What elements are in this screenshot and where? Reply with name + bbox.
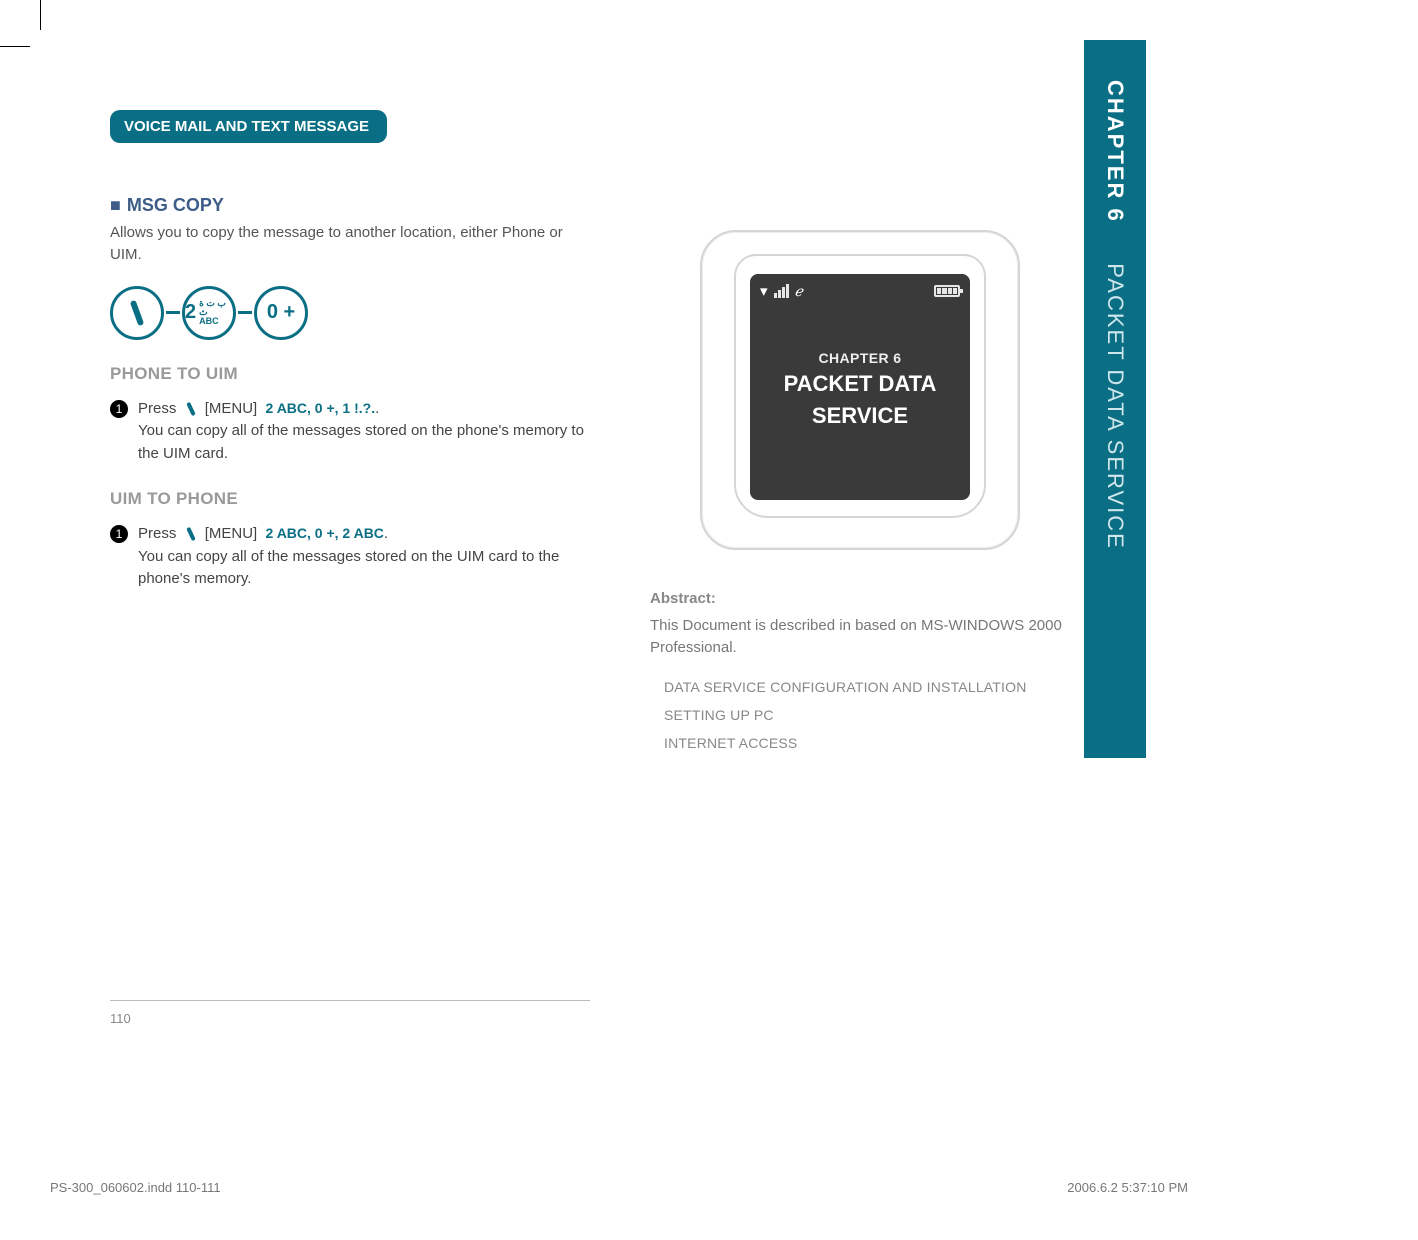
left-page: VOICE MAIL AND TEXT MESSAGE ■ MSG COPY Al… bbox=[110, 110, 590, 591]
key-2-abc: ABC bbox=[199, 317, 233, 326]
key-sequence: 2 ABC, 0 +, 2 ABC bbox=[266, 525, 384, 541]
phone-illustration: ▾ ℯ CHAPTER 6 PACKET DATA SERVICE bbox=[700, 230, 1020, 550]
signal-icon bbox=[774, 284, 789, 298]
period: . bbox=[375, 400, 379, 417]
footer-file: PS-300_060602.indd 110-111 bbox=[50, 1180, 221, 1195]
chapter-side-tab: CHAPTER 6 PACKET DATA SERVICE bbox=[1084, 40, 1146, 758]
step-description: You can copy all of the messages stored … bbox=[138, 548, 559, 588]
press-label: Press bbox=[138, 400, 176, 417]
page-number: 110 bbox=[110, 1000, 590, 1026]
send-key-mini-icon bbox=[186, 527, 196, 541]
status-left: ▾ ℯ bbox=[760, 282, 803, 300]
phone-screen: ▾ ℯ CHAPTER 6 PACKET DATA SERVICE bbox=[750, 274, 970, 500]
msg-copy-title: MSG COPY bbox=[127, 195, 224, 215]
abstract-body: This Document is described in based on M… bbox=[650, 615, 1070, 659]
phone-to-uim-title: PHONE TO UIM bbox=[110, 364, 590, 384]
crop-mark-horizontal bbox=[0, 46, 30, 47]
battery-icon bbox=[934, 285, 960, 297]
chapter-title-line1: PACKET DATA bbox=[760, 370, 960, 398]
slash-icon bbox=[130, 299, 145, 325]
step-number-icon: 1 bbox=[110, 400, 128, 418]
step-body: Press [MENU] 2 ABC, 0 +, 2 ABC. You can … bbox=[138, 523, 590, 591]
phone-body: ▾ ℯ CHAPTER 6 PACKET DATA SERVICE bbox=[734, 254, 986, 518]
footer-timestamp: 2006.6.2 5:37:10 PM bbox=[1067, 1180, 1188, 1195]
side-chapter: CHAPTER 6 bbox=[1103, 80, 1128, 223]
chapter-title-line2: SERVICE bbox=[760, 402, 960, 430]
uim-to-phone-step: 1 Press [MENU] 2 ABC, 0 +, 2 ABC. You ca… bbox=[110, 523, 590, 591]
chapter-number: CHAPTER 6 bbox=[760, 350, 960, 366]
key-0-icon: 0 + bbox=[254, 286, 308, 340]
period: . bbox=[384, 525, 388, 542]
step-body: Press [MENU] 2 ABC, 0 +, 1 !.?.. You can… bbox=[138, 398, 590, 466]
phone-to-uim-step: 1 Press [MENU] 2 ABC, 0 +, 1 !.?.. You c… bbox=[110, 398, 590, 466]
section-badge: VOICE MAIL AND TEXT MESSAGE bbox=[110, 110, 387, 143]
menu-label: [MENU] bbox=[205, 525, 258, 542]
key-0-label: 0 + bbox=[267, 301, 295, 324]
key-2-icon: 2 ب ت ة ث ABC bbox=[182, 286, 236, 340]
step-description: You can copy all of the messages stored … bbox=[138, 422, 584, 462]
chapter-title-block: CHAPTER 6 PACKET DATA SERVICE bbox=[760, 350, 960, 429]
right-page: ▾ ℯ CHAPTER 6 PACKET DATA SERVICE Abstra… bbox=[650, 230, 1070, 757]
key-2-digit: 2 bbox=[185, 301, 196, 324]
send-key-icon bbox=[110, 286, 164, 340]
send-key-mini-icon bbox=[186, 401, 196, 415]
list-item: DATA SERVICE CONFIGURATION AND INSTALLAT… bbox=[664, 673, 1070, 701]
side-title: PACKET DATA SERVICE bbox=[1103, 263, 1128, 550]
list-item: SETTING UP PC bbox=[664, 701, 1070, 729]
status-bar: ▾ ℯ bbox=[760, 282, 960, 300]
square-bullet-icon: ■ bbox=[110, 195, 121, 215]
menu-label: [MENU] bbox=[205, 400, 258, 417]
step-number-icon: 1 bbox=[110, 525, 128, 543]
side-tab-text: CHAPTER 6 PACKET DATA SERVICE bbox=[1102, 80, 1128, 550]
list-item: INTERNET ACCESS bbox=[664, 729, 1070, 757]
abstract-list: DATA SERVICE CONFIGURATION AND INSTALLAT… bbox=[650, 673, 1070, 757]
abstract-heading: Abstract: bbox=[650, 590, 1070, 607]
msg-copy-heading: ■ MSG COPY bbox=[110, 195, 590, 216]
antenna-icon: ▾ bbox=[760, 282, 768, 300]
crop-mark-vertical bbox=[40, 0, 41, 30]
print-footer: PS-300_060602.indd 110-111 2006.6.2 5:37… bbox=[40, 1180, 1198, 1195]
key-connector-icon bbox=[238, 311, 252, 314]
key-sequence-row: 2 ب ت ة ث ABC 0 + bbox=[110, 286, 590, 340]
msg-copy-desc: Allows you to copy the message to anothe… bbox=[110, 222, 590, 266]
press-label: Press bbox=[138, 525, 176, 542]
abstract-block: Abstract: This Document is described in … bbox=[650, 590, 1070, 757]
key-2-arabic: ب ت ة ث bbox=[199, 299, 233, 317]
key-sequence: 2 ABC, 0 +, 1 !.?. bbox=[266, 400, 376, 416]
key-connector-icon bbox=[166, 311, 180, 314]
uim-to-phone-title: UIM TO PHONE bbox=[110, 489, 590, 509]
data-icon: ℯ bbox=[795, 283, 803, 300]
